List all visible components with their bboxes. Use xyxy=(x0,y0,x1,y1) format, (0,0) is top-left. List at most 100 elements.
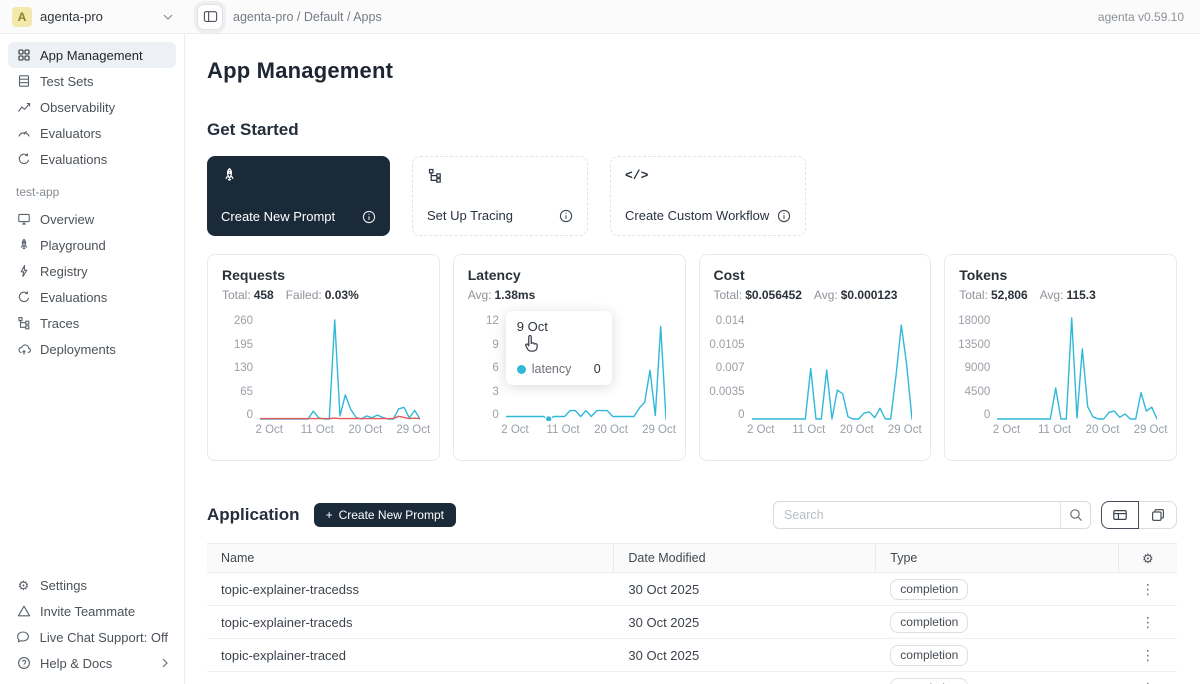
row-actions-kebab-icon[interactable]: ⋮ xyxy=(1119,680,1177,684)
sidebar-item-live-chat-support[interactable]: Live Chat Support: Off xyxy=(8,624,176,650)
sidebar-item-test-sets[interactable]: Test Sets xyxy=(8,68,176,94)
workspace-switcher[interactable]: A agenta-pro xyxy=(0,7,185,27)
table-row[interactable]: topic-explainer-traced 30 Oct 2025 compl… xyxy=(207,639,1177,672)
sidebar-item-traces[interactable]: Traces xyxy=(8,310,176,336)
sidebar-item-label: Settings xyxy=(40,578,87,593)
tracing-icon xyxy=(427,168,573,184)
create-new-prompt-button[interactable]: + Create New Prompt xyxy=(314,503,456,527)
sidebar-item-label: Test Sets xyxy=(40,74,93,89)
axis-tick-label: 2 Oct xyxy=(501,424,528,436)
axis-tick-label: 0.0105 xyxy=(709,339,744,351)
latency-chart-card: Latency Avg:1.38ms 129630 2 Oct11 Oct20 … xyxy=(453,254,686,461)
series-dot xyxy=(517,365,526,374)
axis-tick-label: 2 Oct xyxy=(993,424,1020,436)
tooltip-date: 9 Oct xyxy=(517,319,601,334)
workspace-avatar: A xyxy=(12,7,32,27)
row-actions-kebab-icon[interactable]: ⋮ xyxy=(1119,581,1177,598)
sidebar-collapse-button[interactable] xyxy=(197,4,223,30)
date-modified: 27 Oct 2025 xyxy=(614,681,876,684)
chart-canvas[interactable] xyxy=(997,315,1157,421)
date-modified: 30 Oct 2025 xyxy=(614,582,876,597)
chevron-down-icon xyxy=(163,14,173,20)
info-icon[interactable] xyxy=(362,210,376,224)
rocket-icon xyxy=(16,238,31,252)
chart-tooltip: 9 Oct latency 0 xyxy=(506,311,612,385)
axis-tick-label: 0.0035 xyxy=(709,386,744,398)
axis-tick-label: 0 xyxy=(984,409,990,421)
sidebar-item-label: Evaluations xyxy=(40,290,107,305)
sidebar-item-playground[interactable]: Playground xyxy=(8,232,176,258)
row-actions-kebab-icon[interactable]: ⋮ xyxy=(1119,647,1177,664)
chat-bubble-icon xyxy=(16,630,31,644)
tooltip-value: 0 xyxy=(594,362,601,376)
axis-tick-label: 11 Oct xyxy=(547,424,580,436)
axis-tick-label: 260 xyxy=(234,315,253,327)
series-line-tokens xyxy=(997,318,1157,419)
sidebar-item-settings[interactable]: ⚙ Settings xyxy=(8,572,176,598)
sidebar-item-overview[interactable]: Overview xyxy=(8,206,176,232)
sidebar-item-label: Overview xyxy=(40,212,94,227)
breadcrumb[interactable]: agenta-pro / Default / Apps xyxy=(233,10,382,24)
line-chart-icon xyxy=(16,100,31,114)
card-view-button[interactable] xyxy=(1139,501,1177,529)
axis-tick-label: 20 Oct xyxy=(840,424,874,436)
chart-stat: Total:458 xyxy=(222,288,274,302)
sidebar-item-registry[interactable]: Registry xyxy=(8,258,176,284)
table-row[interactable]: topic-explainer-tracedss 30 Oct 2025 com… xyxy=(207,573,1177,606)
test-sets-icon xyxy=(16,74,31,88)
table-view-button[interactable] xyxy=(1101,501,1139,529)
chart-stats: Total:458Failed:0.03% xyxy=(222,288,427,302)
create-new-prompt-card[interactable]: Create New Prompt xyxy=(207,156,390,236)
chart-canvas[interactable] xyxy=(752,315,912,421)
chart-stat: Avg:1.38ms xyxy=(468,288,536,302)
search-box xyxy=(773,501,1091,529)
create-custom-workflow-card[interactable]: </> Create Custom Workflow xyxy=(610,156,806,236)
chart-stat: Avg:115.3 xyxy=(1040,288,1096,302)
axis-tick-label: 0.007 xyxy=(716,362,745,374)
axis-tick-label: 20 Oct xyxy=(348,424,382,436)
row-actions-kebab-icon[interactable]: ⋮ xyxy=(1119,614,1177,631)
sidebar-item-evaluations[interactable]: Evaluations xyxy=(8,146,176,172)
search-icon[interactable] xyxy=(1060,502,1090,528)
gear-icon: ⚙ xyxy=(16,579,31,592)
column-header-type: Type xyxy=(876,544,1119,572)
y-axis-labels: 129630 xyxy=(468,315,506,421)
chart-stats: Total:$0.056452Avg:$0.000123 xyxy=(714,288,919,302)
chart-canvas[interactable] xyxy=(260,315,420,421)
search-input[interactable] xyxy=(774,508,1060,522)
sidebar-section-label: test-app xyxy=(8,172,176,206)
set-up-tracing-card[interactable]: Set Up Tracing xyxy=(412,156,588,236)
table-row[interactable]: career-assessment 27 Oct 2025 completion… xyxy=(207,672,1177,684)
table-row[interactable]: topic-explainer-traceds 30 Oct 2025 comp… xyxy=(207,606,1177,639)
sidebar-item-label: Traces xyxy=(40,316,79,331)
sidebar-item-app-management[interactable]: App Management xyxy=(8,42,176,68)
sidebar-item-label: Evaluators xyxy=(40,126,101,141)
sidebar-item-invite-teammate[interactable]: Invite Teammate xyxy=(8,598,176,624)
sidebar-item-observability[interactable]: Observability xyxy=(8,94,176,120)
app-version: agenta v0.59.10 xyxy=(1098,10,1200,24)
info-icon[interactable] xyxy=(559,209,573,223)
type-badge: completion xyxy=(890,579,968,600)
sidebar-item-deployments[interactable]: Deployments xyxy=(8,336,176,362)
axis-tick-label: 0 xyxy=(492,409,498,421)
tooltip-series-label: latency xyxy=(532,362,572,376)
sidebar-item-evaluators[interactable]: Evaluators xyxy=(8,120,176,146)
axis-tick-label: 65 xyxy=(240,386,253,398)
application-section: Application + Create New Prompt xyxy=(207,501,1177,684)
chevron-right-icon xyxy=(162,658,168,668)
start-card-label: Create New Prompt xyxy=(221,209,335,224)
workspace-name: agenta-pro xyxy=(40,9,103,24)
axis-tick-label: 29 Oct xyxy=(888,424,922,436)
redo-circle-icon xyxy=(16,290,31,304)
app-name: topic-explainer-traceds xyxy=(207,615,614,630)
help-circle-icon xyxy=(16,656,31,670)
date-modified: 30 Oct 2025 xyxy=(614,648,876,663)
sidebar-spacer xyxy=(8,362,176,572)
sidebar-item-evaluations-app[interactable]: Evaluations xyxy=(8,284,176,310)
table-settings-gear-icon[interactable]: ⚙ xyxy=(1119,544,1177,572)
metrics-cards: Requests Total:458Failed:0.03% 260195130… xyxy=(207,254,1177,461)
requests-chart-card: Requests Total:458Failed:0.03% 260195130… xyxy=(207,254,440,461)
axis-tick-label: 11 Oct xyxy=(1038,424,1071,436)
info-icon[interactable] xyxy=(777,209,791,223)
sidebar-item-help-docs[interactable]: Help & Docs xyxy=(8,650,176,676)
